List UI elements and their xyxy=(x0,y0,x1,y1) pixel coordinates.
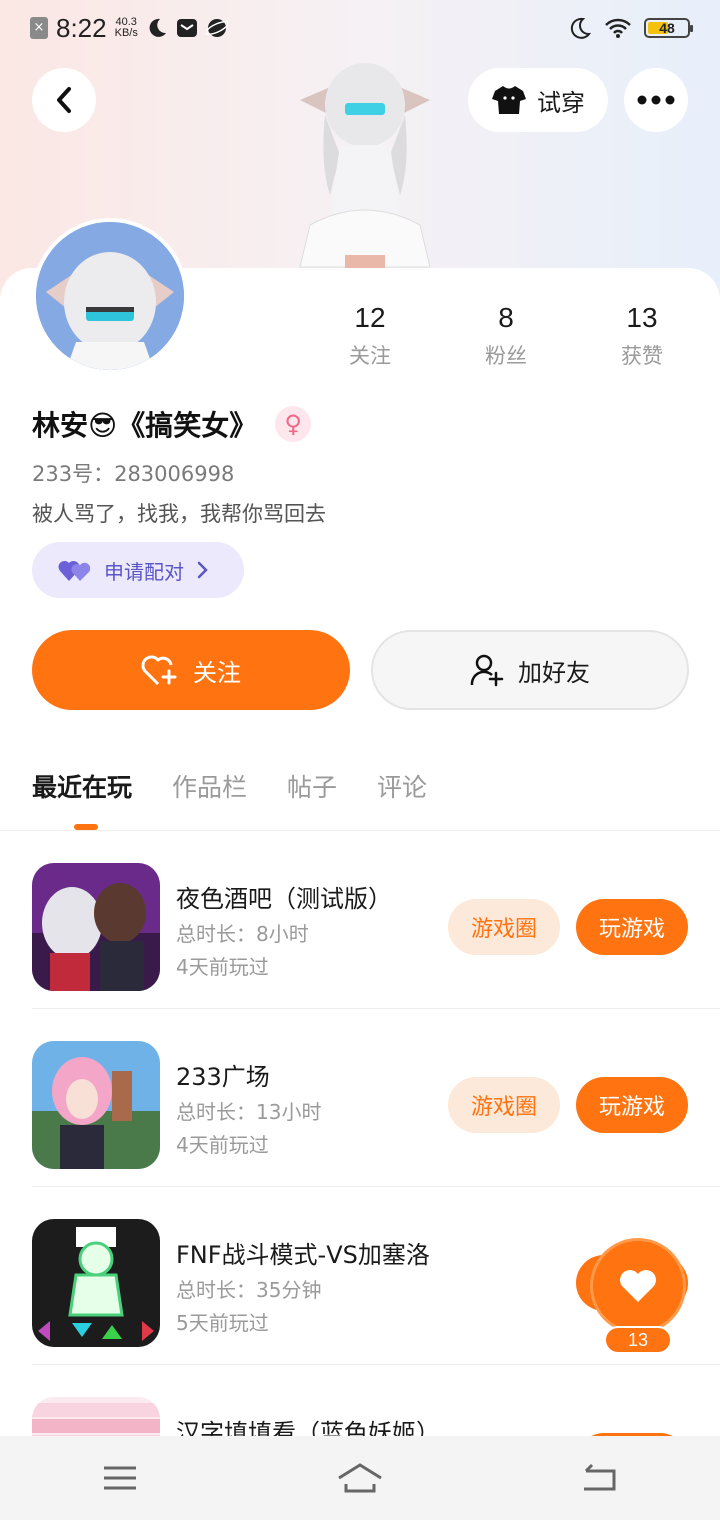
tab-recently-played[interactable]: 最近在玩 xyxy=(32,768,132,804)
network-speed: 40.3 KB/s xyxy=(114,16,138,39)
add-user-icon xyxy=(470,654,504,687)
female-gender-icon: ♀ xyxy=(275,406,312,442)
try-on-label: 试穿 xyxy=(537,88,585,117)
notification-icon: × xyxy=(30,17,48,39)
play-game-button[interactable]: 玩游戏 xyxy=(576,1077,688,1133)
menu-nav-button[interactable] xyxy=(80,1448,160,1508)
avatar[interactable] xyxy=(32,218,188,374)
battery-indicator: 48 xyxy=(644,18,693,38)
chevron-left-icon xyxy=(57,87,71,113)
back-nav-button[interactable] xyxy=(560,1448,640,1508)
game-title: 汉字填填看（蓝色妖姬） xyxy=(176,1419,440,1437)
tshirt-icon xyxy=(492,86,526,114)
add-friend-label: 加好友 xyxy=(518,658,590,687)
list-item[interactable]: 233广场 总时长：13小时 4天前玩过 游戏圈 玩游戏 xyxy=(32,1009,720,1187)
wifi-icon xyxy=(605,18,631,38)
game-duration: 总时长：13小时 xyxy=(176,1100,322,1124)
follow-label: 关注 xyxy=(193,658,241,687)
game-duration: 总时长：35分钟 xyxy=(176,1278,322,1302)
home-nav-button[interactable] xyxy=(320,1448,400,1508)
heart-icon xyxy=(620,1270,656,1302)
game-icon-233-plaza xyxy=(32,1041,160,1169)
game-circle-button[interactable]: 游戏圈 xyxy=(448,1077,560,1133)
more-dots-icon xyxy=(637,95,675,105)
chevron-right-icon xyxy=(197,561,208,579)
double-heart-icon xyxy=(58,560,91,581)
tab-posts[interactable]: 帖子 xyxy=(287,768,337,804)
moon-icon xyxy=(570,17,592,39)
game-duration: 总时长：8小时 xyxy=(176,922,309,946)
more-options-button[interactable] xyxy=(624,68,688,132)
user-bio: 被人骂了，找我，我帮你骂回去 xyxy=(32,502,326,526)
pair-label: 申请配对 xyxy=(104,559,184,584)
game-icon-fnf xyxy=(32,1219,160,1347)
game-last-played: 4天前玩过 xyxy=(176,1133,269,1157)
moon-icon xyxy=(149,18,166,37)
stat-following[interactable]: 12 关注 xyxy=(302,300,438,370)
play-game-button[interactable]: 玩游戏 xyxy=(576,899,688,955)
stat-likes[interactable]: 13 获赞 xyxy=(574,300,710,370)
add-friend-button[interactable]: 加好友 xyxy=(371,630,689,710)
game-circle-button[interactable]: 游戏圈 xyxy=(448,899,560,955)
back-button[interactable] xyxy=(32,68,96,132)
game-last-played: 4天前玩过 xyxy=(176,955,269,979)
list-item[interactable]: 夜色酒吧（测试版） 总时长：8小时 4天前玩过 游戏圈 玩游戏 xyxy=(32,831,720,1009)
game-title: 233广场 xyxy=(176,1063,270,1091)
avatar-character-figure xyxy=(290,55,440,270)
clock: 8:22 xyxy=(56,12,107,43)
tab-works[interactable]: 作品栏 xyxy=(172,768,247,804)
status-bar: × 8:22 40.3 KB/s 48 xyxy=(0,0,720,56)
menu-icon xyxy=(104,1466,136,1490)
game-title: FNF战斗模式-VS加塞洛 xyxy=(176,1241,430,1269)
floating-like-button[interactable] xyxy=(590,1238,686,1334)
stat-followers[interactable]: 8 粉丝 xyxy=(438,300,574,370)
system-nav-bar xyxy=(0,1436,720,1520)
mail-icon xyxy=(176,19,197,37)
try-on-button[interactable]: 试穿 xyxy=(468,68,608,132)
planet-icon xyxy=(205,19,228,37)
game-last-played: 5天前玩过 xyxy=(176,1311,269,1335)
tab-comments[interactable]: 评论 xyxy=(377,768,427,804)
name-row: 林安😎《搞笑女》 ♀ xyxy=(32,404,312,444)
user-id[interactable]: 233号：283006998 xyxy=(32,458,234,488)
game-icon-hanzi-fill xyxy=(32,1397,160,1437)
like-count-badge: 13 xyxy=(604,1326,672,1354)
return-icon xyxy=(584,1463,616,1491)
game-icon-night-bar xyxy=(32,863,160,991)
follow-button[interactable]: 关注 xyxy=(32,630,350,710)
game-title: 夜色酒吧（测试版） xyxy=(176,885,392,913)
profile-stats: 12 关注 8 粉丝 13 获赞 xyxy=(302,300,712,370)
profile-tabs: 最近在玩 作品栏 帖子 评论 xyxy=(32,768,427,804)
home-icon xyxy=(338,1463,382,1493)
username: 林安😎《搞笑女》 xyxy=(32,409,258,442)
list-item[interactable]: 汉字填填看（蓝色妖姬） xyxy=(32,1365,720,1437)
heart-plus-icon xyxy=(141,655,177,686)
request-pairing-button[interactable]: 申请配对 xyxy=(32,542,244,598)
